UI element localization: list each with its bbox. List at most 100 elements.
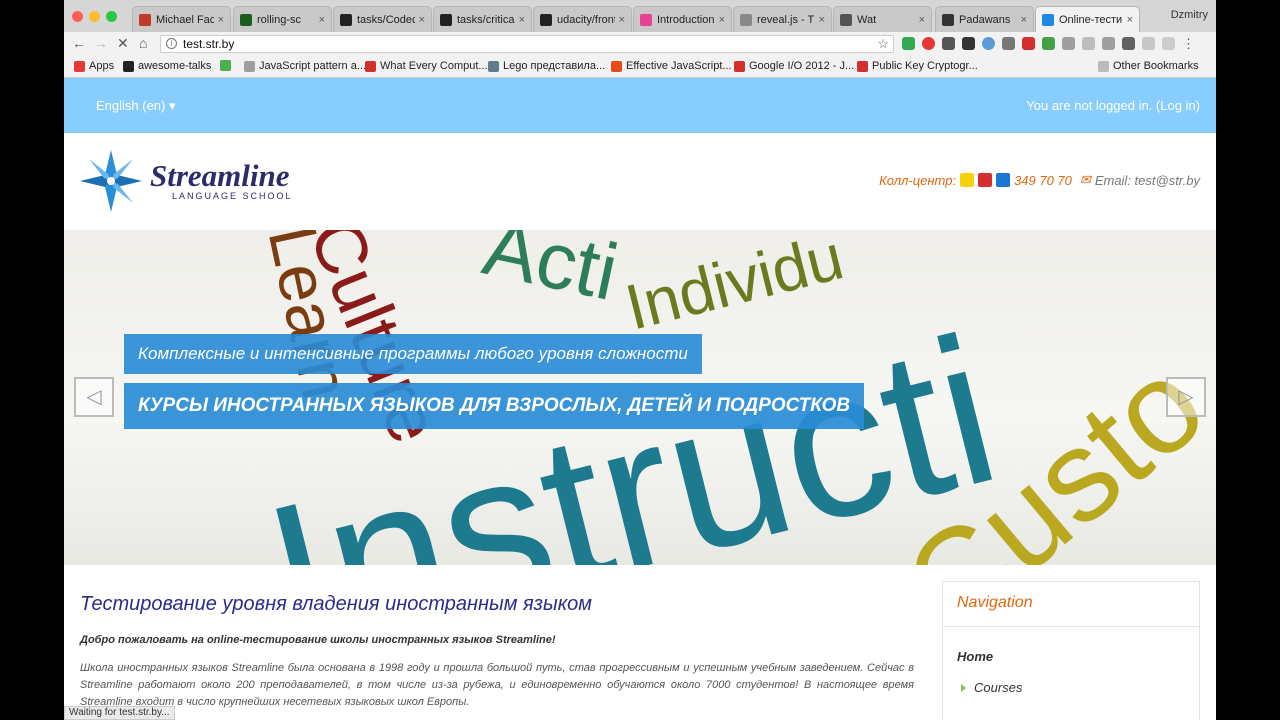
status-bar: Waiting for test.str.by... (64, 706, 175, 720)
main-content: Тестирование уровня владения иностранным… (80, 581, 914, 711)
bookmark-favicon-icon (74, 60, 85, 72)
close-tab-icon[interactable]: × (919, 14, 925, 26)
bookmark-label[interactable]: awesome-talks (138, 60, 211, 72)
extension-icon[interactable] (1062, 37, 1075, 50)
extension-icon[interactable] (1042, 37, 1055, 50)
bookmark-label[interactable]: Public Key Cryptogr... (872, 60, 978, 72)
bookmark-label[interactable]: What Every Comput... (380, 60, 488, 72)
extension-icon[interactable] (1122, 37, 1135, 50)
slider-prev-button[interactable]: ◁ (74, 377, 114, 417)
extension-icon[interactable] (1022, 37, 1035, 50)
window-controls[interactable] (72, 11, 117, 22)
pocket-extension-icon[interactable] (962, 37, 975, 50)
close-tab-icon[interactable]: × (619, 14, 625, 26)
extension-icon[interactable] (1102, 37, 1115, 50)
welcome-text: Добро пожаловать на online-тестирование … (80, 634, 556, 646)
tab-favicon-icon (942, 13, 954, 26)
address-bar[interactable]: i test.str.by ☆ (160, 35, 894, 53)
slide-caption-title: КУРСЫ ИНОСТРАННЫХ ЯЗЫКОВ ДЛЯ ВЗРОСЛЫХ, Д… (124, 383, 865, 429)
bookmark-item[interactable]: Lego представила... (488, 60, 605, 72)
browser-tab[interactable]: rolling-sc × (233, 6, 332, 32)
minimize-window-icon[interactable] (89, 11, 100, 22)
extension-icon[interactable] (1082, 37, 1095, 50)
extension-icon[interactable] (942, 37, 955, 50)
camera-extension-icon[interactable] (1002, 37, 1015, 50)
close-tab-icon[interactable]: × (1021, 14, 1027, 26)
tab-title[interactable]: Introduction (657, 14, 715, 26)
back-icon[interactable]: ← (72, 35, 86, 51)
close-tab-icon[interactable]: × (1127, 14, 1133, 26)
tab-title[interactable]: tasks/Codec (357, 14, 415, 26)
close-tab-icon[interactable]: × (719, 14, 725, 26)
tab-title[interactable]: Wat (857, 14, 915, 26)
bookmark-favicon-icon (220, 60, 231, 71)
tab-title[interactable]: udacity/front (557, 14, 615, 26)
browser-tab[interactable]: reveal.js - Th × (733, 6, 832, 32)
close-tab-icon[interactable]: × (218, 14, 224, 26)
nav-item-label[interactable]: Courses (974, 680, 1022, 695)
browser-tab[interactable]: udacity/front × (533, 6, 632, 32)
browser-tab[interactable]: Introduction × (633, 6, 732, 32)
tab-title[interactable]: rolling-sc (257, 14, 315, 26)
nav-home-link[interactable]: Home (957, 649, 1199, 664)
hero-word: Individu (618, 230, 851, 344)
extension-icon[interactable] (1162, 37, 1175, 50)
maximize-window-icon[interactable] (106, 11, 117, 22)
browser-tab[interactable]: tasks/critical × (433, 6, 532, 32)
bookmark-label[interactable]: Google I/O 2012 - J... (749, 60, 854, 72)
menu-icon[interactable]: ⋮ (1182, 37, 1195, 50)
close-tab-icon[interactable]: × (319, 14, 325, 26)
bookmark-item[interactable]: awesome-talks (123, 60, 211, 72)
forward-icon[interactable]: → (94, 35, 108, 51)
opera-extension-icon[interactable] (922, 37, 935, 50)
bookmark-label[interactable]: Lego представила... (503, 60, 605, 72)
bookmark-item[interactable]: Effective JavaScript... (611, 60, 732, 72)
hero-slider: Acti Individu Culture Learn Instructi Cu… (64, 230, 1216, 565)
url-text[interactable]: test.str.by (183, 37, 234, 51)
close-tab-icon[interactable]: × (419, 14, 425, 26)
nav-item-courses[interactable]: Courses (961, 680, 1199, 695)
bookmark-item[interactable]: What Every Comput... (365, 60, 488, 72)
drive-extension-icon[interactable] (902, 37, 915, 50)
phone-number[interactable]: 349 70 70 (1014, 173, 1072, 188)
bookmark-item[interactable]: Google I/O 2012 - J... (734, 60, 854, 72)
tab-title[interactable]: Online-тести (1059, 14, 1123, 26)
other-bookmarks[interactable]: Other Bookmarks (1098, 60, 1199, 72)
browser-tab[interactable]: Wat × (833, 6, 932, 32)
profile-name[interactable]: Dzmitry (1171, 9, 1208, 21)
bookmark-item[interactable]: Apps (74, 60, 114, 72)
bookmark-label[interactable]: JavaScript pattern a... (259, 60, 366, 72)
stop-loading-icon[interactable]: ✕ (117, 35, 129, 52)
info-icon[interactable]: i (166, 38, 177, 49)
tab-title[interactable]: Padawans (959, 14, 1017, 26)
rss-extension-icon[interactable] (1142, 37, 1155, 50)
logo[interactable]: Streamline LANGUAGE SCHOOL (80, 150, 293, 212)
browser-tab[interactable]: Michael Face × (132, 6, 231, 32)
slider-next-button[interactable]: ▷ (1166, 377, 1206, 417)
close-tab-icon[interactable]: × (519, 14, 525, 26)
login-status[interactable]: You are not logged in. (Log in) (1026, 98, 1200, 113)
close-tab-icon[interactable]: × (819, 14, 825, 26)
email-link[interactable]: Email: test@str.by (1095, 173, 1200, 188)
tab-favicon-icon (240, 13, 252, 26)
bookmark-label[interactable]: Effective JavaScript... (626, 60, 732, 72)
extension-icon[interactable] (982, 37, 995, 50)
bookmark-label[interactable]: Apps (89, 60, 114, 72)
tab-title[interactable]: tasks/critical (457, 14, 515, 26)
tab-title[interactable]: Michael Face (156, 14, 214, 26)
bookmark-item[interactable] (220, 60, 235, 71)
browser-tab[interactable]: tasks/Codec × (333, 6, 432, 32)
home-icon[interactable]: ⌂ (139, 35, 147, 51)
bookmark-item[interactable]: JavaScript pattern a... (244, 60, 366, 72)
tab-favicon-icon (1042, 13, 1054, 26)
browser-tab[interactable]: Padawans × (935, 6, 1034, 32)
language-selector[interactable]: English (en) ▾ (96, 98, 176, 114)
close-window-icon[interactable] (72, 11, 83, 22)
page-title: Тестирование уровня владения иностранным… (80, 593, 592, 615)
bookmark-star-icon[interactable]: ☆ (877, 36, 889, 52)
browser-tab[interactable]: Online-тести × (1035, 6, 1140, 32)
compass-star-logo-icon (80, 150, 142, 212)
navigation-block: Navigation Home Courses (942, 581, 1200, 720)
bookmark-item[interactable]: Public Key Cryptogr... (857, 60, 978, 72)
tab-title[interactable]: reveal.js - Th (757, 14, 815, 26)
